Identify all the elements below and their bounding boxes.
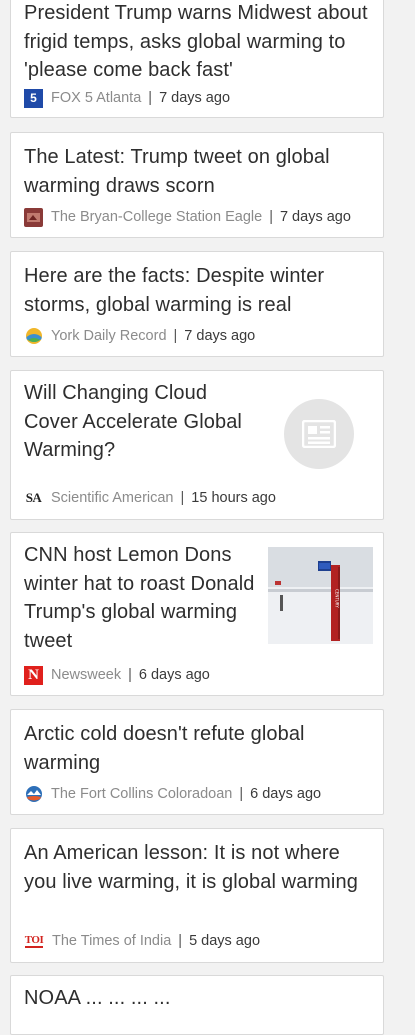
article-headline[interactable]: An American lesson: It is not where you … xyxy=(24,839,374,896)
article-age: 5 days ago xyxy=(189,933,261,949)
newspaper-icon xyxy=(284,399,354,469)
article-headline[interactable]: Arctic cold doesn't refute global warmin… xyxy=(24,720,354,777)
article-source: Newsweek xyxy=(51,667,122,683)
article-card[interactable]: The Latest: Trump tweet on global warmin… xyxy=(10,132,384,238)
meta-separator: | xyxy=(173,328,178,344)
article-age: 7 days ago xyxy=(159,90,231,106)
article-headline[interactable]: NOAA ... ... ... ... xyxy=(24,984,374,1013)
article-source: The Bryan-College Station Eagle xyxy=(51,209,263,225)
article-headline[interactable]: Will Changing Cloud Cover Accelerate Glo… xyxy=(24,379,244,465)
article-card[interactable]: NOAA ... ... ... ... xyxy=(10,975,384,1035)
article-card[interactable]: CNN host Lemon Dons winter hat to roast … xyxy=(10,532,384,696)
coloradoan-logo xyxy=(24,785,43,804)
sa-logo: SA xyxy=(25,490,42,505)
article-age: 15 hours ago xyxy=(191,490,276,506)
article-source: The Times of India xyxy=(52,933,172,949)
svg-text:CENTURY: CENTURY xyxy=(335,589,340,608)
article-meta: The Bryan-College Station Eagle | 7 days… xyxy=(24,207,351,227)
fox5-logo: 5 xyxy=(24,88,43,108)
article-meta: N Newsweek | 6 days ago xyxy=(24,665,210,685)
meta-separator: | xyxy=(180,490,185,506)
eagle-logo xyxy=(24,207,43,227)
article-source: York Daily Record xyxy=(51,328,167,344)
article-card[interactable]: Arctic cold doesn't refute global warmin… xyxy=(10,709,384,815)
article-card[interactable]: President Trump warns Midwest about frig… xyxy=(10,0,384,118)
york-daily-record-logo xyxy=(24,327,43,346)
article-meta: York Daily Record | 7 days ago xyxy=(24,326,255,346)
article-age: 6 days ago xyxy=(138,667,210,683)
article-age: 7 days ago xyxy=(279,209,351,225)
article-card[interactable]: An American lesson: It is not where you … xyxy=(10,828,384,963)
article-source: The Fort Collins Coloradoan xyxy=(51,786,233,802)
meta-separator: | xyxy=(178,933,183,949)
article-card[interactable]: Here are the facts: Despite winter storm… xyxy=(10,251,384,357)
meta-separator: | xyxy=(128,667,132,683)
article-source: Scientific American xyxy=(51,490,174,506)
article-card[interactable]: Will Changing Cloud Cover Accelerate Glo… xyxy=(10,370,384,520)
article-meta: TOI The Times of India | 5 days ago xyxy=(24,931,260,951)
article-headline[interactable]: Here are the facts: Despite winter storm… xyxy=(24,262,374,319)
toi-logo: TOI xyxy=(24,933,44,948)
article-meta: SA Scientific American | 15 hours ago xyxy=(24,488,276,508)
article-meta: The Fort Collins Coloradoan | 6 days ago xyxy=(24,784,321,804)
article-source: FOX 5 Atlanta xyxy=(51,90,142,106)
article-headline[interactable]: President Trump warns Midwest about frig… xyxy=(24,0,374,85)
meta-separator: | xyxy=(148,90,153,106)
article-headline[interactable]: The Latest: Trump tweet on global warmin… xyxy=(24,143,374,200)
meta-separator: | xyxy=(269,209,273,225)
article-meta: 5 FOX 5 Atlanta | 7 days ago xyxy=(24,88,230,108)
snowy-sign-photo: CENTURY xyxy=(268,547,373,644)
meta-separator: | xyxy=(239,786,244,802)
article-headline[interactable]: CNN host Lemon Dons winter hat to roast … xyxy=(24,541,259,655)
article-age: 6 days ago xyxy=(250,786,322,802)
newsweek-logo: N xyxy=(24,665,43,685)
article-age: 7 days ago xyxy=(184,328,256,344)
